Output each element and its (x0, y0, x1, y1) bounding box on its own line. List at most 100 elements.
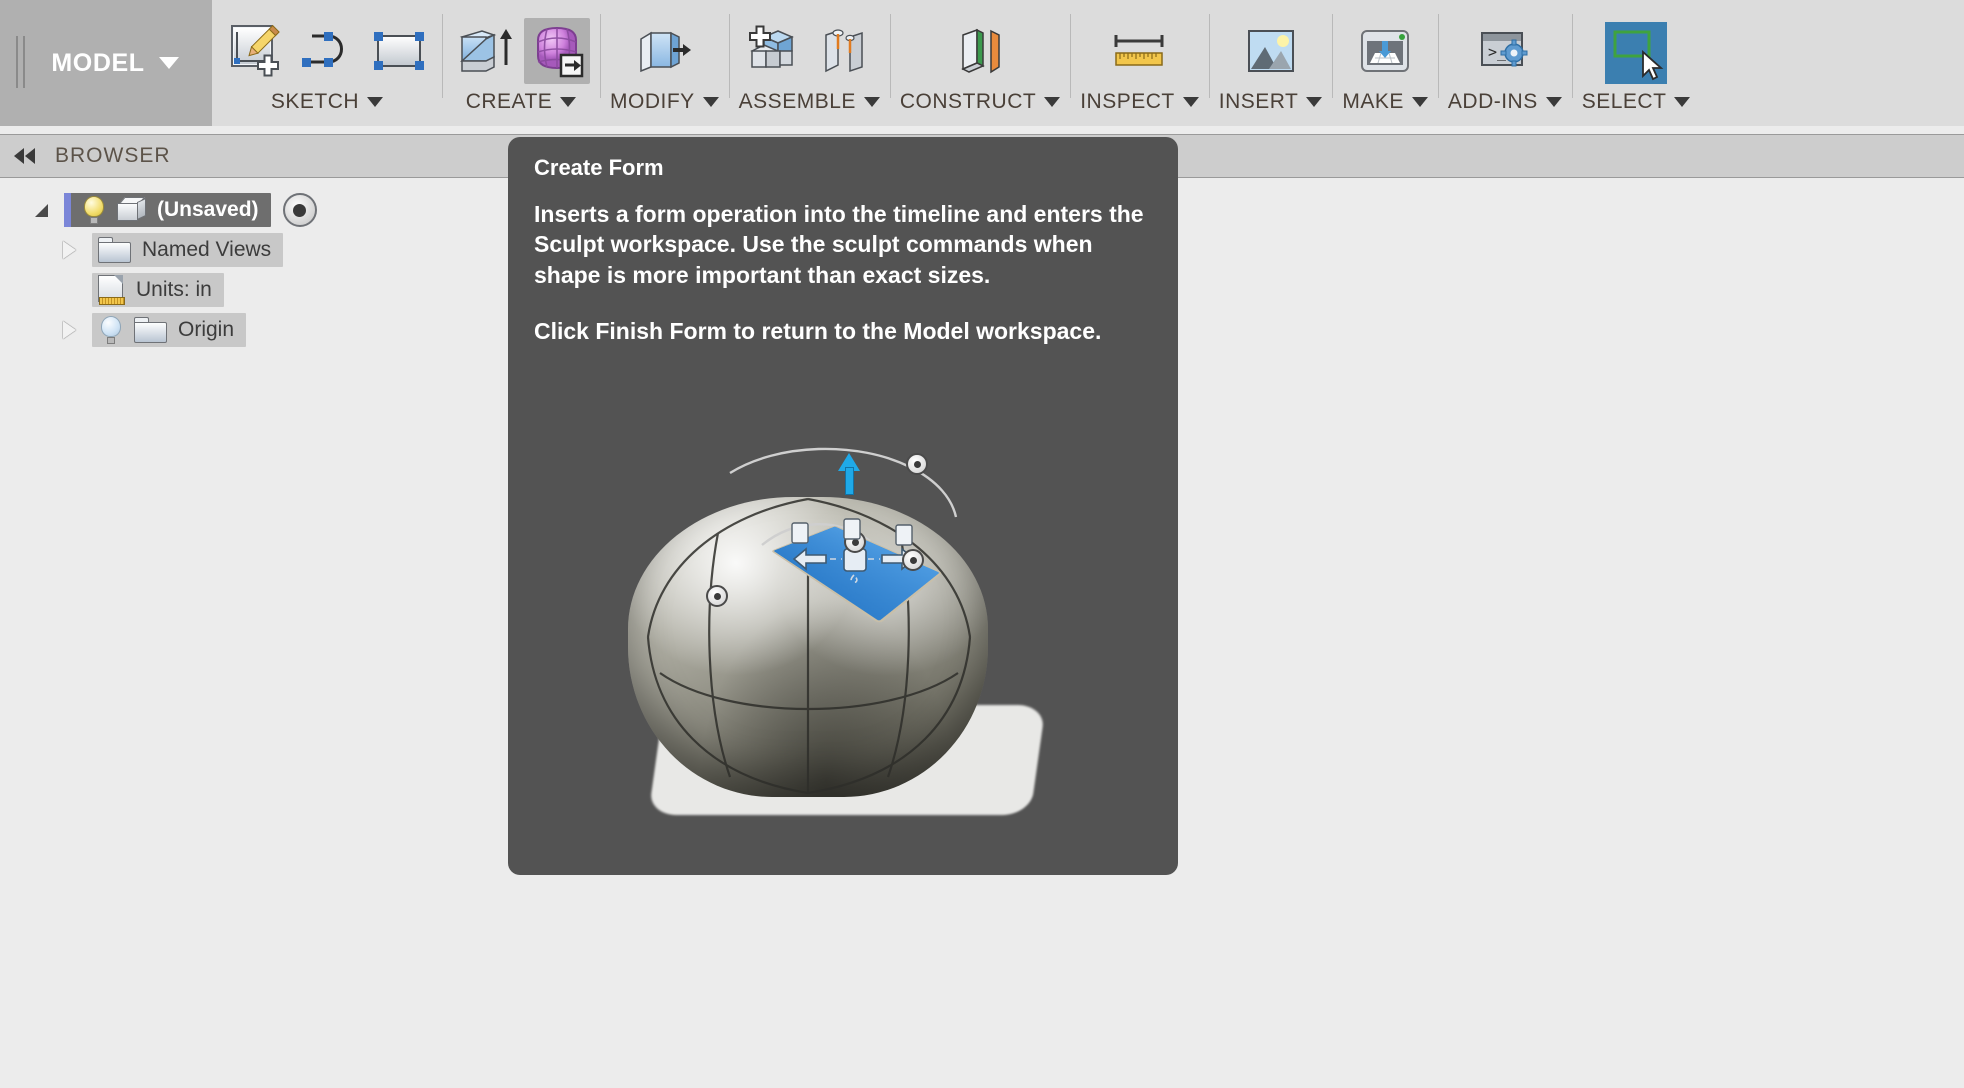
panel-select: SELECT (1571, 0, 1701, 126)
panel-select-tools (1605, 0, 1668, 84)
lightbulb-off-icon[interactable] (98, 316, 124, 344)
chevron-down-icon[interactable] (1545, 97, 1562, 107)
component-cube-icon (117, 197, 147, 223)
panel-sketch-label[interactable]: SKETCH (270, 84, 384, 120)
chevron-down-icon[interactable] (1674, 97, 1691, 107)
chevron-down-icon[interactable] (702, 97, 719, 107)
panel-assemble-label[interactable]: ASSEMBLE (739, 84, 880, 120)
panel-sketch-tools (222, 0, 432, 84)
panel-assemble-title: ASSEMBLE (738, 90, 856, 113)
workspace-switcher[interactable]: MODEL (0, 0, 212, 126)
panel-inspect-tools (1106, 0, 1172, 84)
panel-insert-label[interactable]: INSERT (1219, 84, 1323, 120)
insert-image-icon[interactable] (1238, 18, 1304, 84)
panel-construct-label[interactable]: CONSTRUCT (900, 84, 1061, 120)
extrude-arrow-up-icon[interactable] (838, 453, 860, 495)
tree-item-label: (Unsaved) (157, 198, 259, 221)
panel-inspect-title: INSPECT (1080, 90, 1175, 113)
tree-row-origin[interactable]: Origin (92, 313, 247, 347)
chevron-down-icon[interactable] (1182, 97, 1199, 107)
panel-create-title: CREATE (465, 90, 553, 113)
radio-target-icon[interactable] (282, 193, 317, 227)
browser-title: BROWSER (55, 144, 171, 167)
tree-item-label: Units: in (136, 278, 212, 301)
panel-select-title: SELECT (1581, 90, 1667, 113)
offset-plane-icon[interactable] (947, 18, 1013, 84)
chevron-down-icon[interactable] (1044, 97, 1061, 107)
measure-icon[interactable] (1106, 18, 1172, 84)
edge-tick-handles[interactable] (776, 515, 936, 555)
workspace-name: MODEL (51, 48, 145, 77)
panel-create-label[interactable]: CREATE (466, 84, 577, 120)
create-sketch-icon[interactable] (222, 18, 288, 84)
chevron-down-icon[interactable] (1411, 97, 1428, 107)
3d-print-icon[interactable] (1352, 18, 1418, 84)
panel-inspect: INSPECT (1070, 0, 1209, 126)
command-tooltip: Create Form Inserts a form operation int… (508, 137, 1178, 875)
twisty-open-icon[interactable] (24, 203, 58, 217)
twisty-closed-icon[interactable] (52, 321, 86, 339)
rectangle-icon[interactable] (366, 18, 432, 84)
twisty-closed-icon[interactable] (52, 241, 86, 259)
panel-assemble-tools (740, 0, 878, 84)
press-pull-icon[interactable] (631, 18, 697, 84)
panel-construct-tools (947, 0, 1013, 84)
tree-row-named-views[interactable]: Named Views (92, 233, 284, 267)
tooltip-paragraph-2: Click Finish Form to return to the Model… (534, 318, 1102, 345)
panel-inspect-label[interactable]: INSPECT (1080, 84, 1199, 120)
tree-item-label: Origin (178, 318, 235, 341)
tooltip-paragraph-1: Inserts a form operation into the timeli… (534, 201, 1144, 288)
panel-make: MAKE (1332, 0, 1438, 126)
tree-item-origin[interactable]: Origin (0, 310, 400, 350)
ribbon-panels: SKETCH CREATE MODIFY ASSEMBLE CONSTRUCT … (212, 0, 1964, 126)
panel-create-tools (452, 0, 590, 84)
lightbulb-on-icon[interactable] (81, 196, 107, 224)
chevron-down-icon[interactable] (560, 97, 577, 107)
folder-icon (134, 316, 168, 344)
panel-addins-title: ADD-INS (1447, 90, 1538, 113)
joint-icon[interactable] (812, 18, 878, 84)
tree-row-unsaved[interactable]: (Unsaved) (64, 193, 271, 227)
panel-construct: CONSTRUCT (889, 0, 1070, 126)
panel-select-label[interactable]: SELECT (1582, 84, 1691, 120)
new-component-icon[interactable] (740, 18, 806, 84)
ribbon-toolbar: MODEL SKETCH CREATE MODIFY ASSEMBLE CONS… (0, 0, 1964, 126)
gizmo-handle-top[interactable] (906, 453, 928, 475)
gizmo-handle-left[interactable] (706, 585, 728, 607)
folder-icon (98, 236, 132, 264)
create-form-icon[interactable] (524, 18, 590, 84)
chevron-down-icon[interactable] (863, 97, 880, 107)
spline-icon[interactable] (294, 18, 360, 84)
panel-insert-tools (1238, 0, 1304, 84)
panel-sketch: SKETCH (212, 0, 442, 126)
selection-indicator (64, 193, 71, 227)
panel-create: CREATE (442, 0, 600, 126)
units-document-icon (98, 275, 126, 305)
tree-item-named-views[interactable]: Named Views (0, 230, 400, 270)
chevron-down-icon[interactable] (158, 57, 179, 69)
panel-modify-title: MODIFY (610, 90, 695, 113)
panel-make-label[interactable]: MAKE (1342, 84, 1428, 120)
select-icon[interactable] (1605, 22, 1668, 84)
panel-modify-label[interactable]: MODIFY (610, 84, 719, 120)
workspace-switcher-label: MODEL (33, 48, 179, 78)
tree-row-units[interactable]: Units: in (92, 273, 224, 307)
panel-addins-label[interactable]: ADD-INS (1448, 84, 1562, 120)
chevron-down-icon[interactable] (367, 97, 384, 107)
ribbon-grip-handle[interactable] (16, 36, 26, 88)
tree-item-units[interactable]: Units: in (0, 270, 400, 310)
panel-modify-tools (631, 0, 697, 84)
panel-insert: INSERT (1208, 0, 1333, 126)
double-chevron-left-icon[interactable] (14, 148, 35, 164)
tree-item-label: Named Views (142, 238, 272, 261)
panel-assemble: ASSEMBLE (728, 0, 890, 126)
extrude-icon[interactable] (452, 18, 518, 84)
tree-item-root[interactable]: (Unsaved) (0, 190, 400, 230)
scripts-addins-icon[interactable]: >_ (1472, 18, 1538, 84)
panel-insert-title: INSERT (1218, 90, 1299, 113)
panel-addins: >_ ADD-INS (1437, 0, 1572, 126)
panel-modify: MODIFY (600, 0, 729, 126)
panel-sketch-title: SKETCH (270, 90, 360, 113)
chevron-down-icon[interactable] (1306, 97, 1323, 107)
sculpt-form-rounded-cube-illustration (508, 437, 1178, 867)
